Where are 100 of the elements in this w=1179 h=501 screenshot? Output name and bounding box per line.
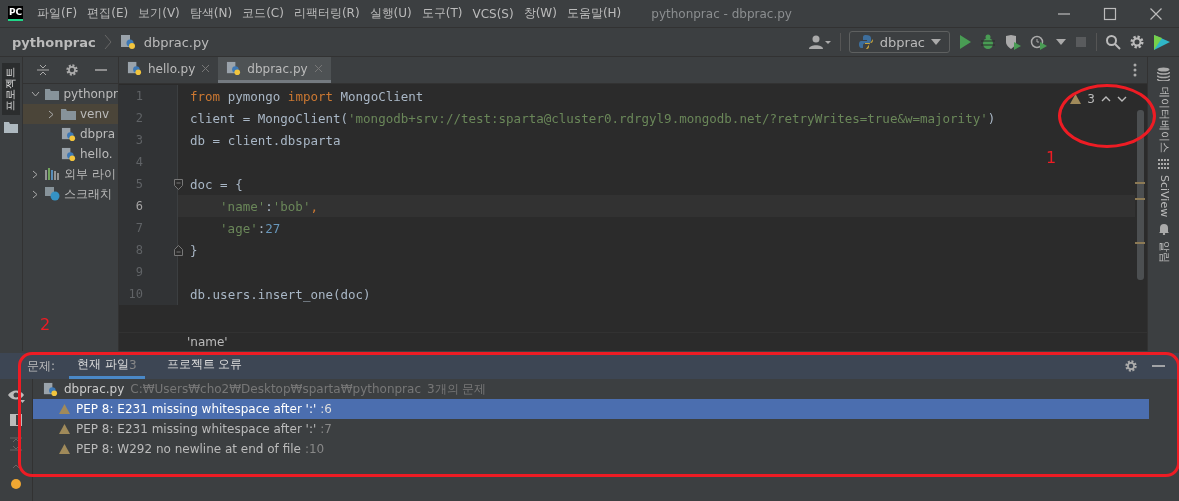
tree-item[interactable]: 외부 라이 bbox=[23, 164, 118, 184]
chevron-icon[interactable] bbox=[31, 169, 40, 179]
library-icon bbox=[45, 168, 60, 180]
run-config-dropdown[interactable]: dbprac bbox=[848, 31, 950, 53]
breadcrumb-item[interactable]: dbprac.py bbox=[143, 34, 209, 50]
python-file-icon bbox=[61, 146, 76, 162]
minimize-icon[interactable] bbox=[1152, 364, 1165, 368]
close-icon[interactable] bbox=[201, 64, 211, 73]
close-icon[interactable] bbox=[1149, 6, 1163, 21]
problem-row[interactable]: PEP 8: W292 no newline at end of file :10 bbox=[33, 439, 1149, 459]
tree-item[interactable]: dbpra bbox=[23, 124, 118, 144]
tree-item[interactable]: pythonpr bbox=[23, 84, 118, 104]
annotation-number: 1 bbox=[1046, 148, 1057, 167]
notifications-tool-tab[interactable]: 알림 bbox=[1156, 239, 1171, 266]
code-line: } bbox=[190, 242, 198, 258]
python-file-icon bbox=[61, 126, 76, 142]
preview-icon[interactable] bbox=[10, 414, 22, 426]
settings-icon[interactable] bbox=[65, 63, 79, 77]
coverage-icon[interactable] bbox=[1004, 34, 1022, 50]
database-icon[interactable] bbox=[1157, 67, 1170, 81]
eye-icon[interactable] bbox=[7, 389, 25, 403]
tree-item[interactable]: hello. bbox=[23, 144, 118, 164]
caret-icon[interactable] bbox=[1056, 39, 1066, 45]
fold-icon[interactable] bbox=[173, 178, 183, 190]
bell-icon[interactable] bbox=[1157, 223, 1170, 236]
app-logo: PC bbox=[8, 6, 23, 21]
panel-title: 문제: bbox=[27, 357, 56, 375]
code-line: db.users.insert_one(doc) bbox=[190, 286, 371, 302]
chevron-up-icon[interactable] bbox=[1101, 96, 1111, 102]
more-icon[interactable] bbox=[1133, 63, 1137, 77]
chevron-down-icon[interactable] bbox=[1117, 96, 1127, 102]
menu-item[interactable]: VCS(S) bbox=[472, 6, 514, 21]
chevron-icon bbox=[103, 34, 112, 50]
code-line: doc = { bbox=[190, 176, 243, 192]
status-dot-icon bbox=[11, 479, 21, 489]
code-line: db = client.dbsparta bbox=[190, 132, 341, 148]
python-file-icon bbox=[43, 381, 58, 397]
file-row[interactable]: dbprac.py C:₩Users₩cho2₩Desktop₩sparta₩pythonprac 3개의 문제 bbox=[33, 379, 1149, 399]
maximize-icon[interactable] bbox=[1103, 6, 1117, 21]
scrollbar[interactable] bbox=[1137, 110, 1144, 280]
menu-item[interactable]: 실행(U) bbox=[369, 5, 412, 22]
problem-row[interactable]: PEP 8: E231 missing whitespace after ':' :6 bbox=[33, 399, 1149, 419]
user-icon[interactable] bbox=[807, 34, 832, 50]
tree-item[interactable]: 스크래치 bbox=[23, 184, 118, 204]
settings-icon[interactable] bbox=[1124, 359, 1138, 373]
warning-marker[interactable] bbox=[1135, 242, 1145, 244]
menu-item[interactable]: 보기(V) bbox=[138, 5, 180, 22]
grid-icon[interactable] bbox=[1157, 159, 1170, 169]
settings-icon[interactable] bbox=[1129, 34, 1145, 50]
breadcrumb-item[interactable]: 'name' bbox=[187, 335, 228, 349]
database-tool-tab[interactable]: 데이터베이스 bbox=[1156, 85, 1171, 155]
problem-row[interactable]: PEP 8: E231 missing whitespace after ':' :7 bbox=[33, 419, 1149, 439]
search-icon[interactable] bbox=[1105, 34, 1121, 50]
folder-icon bbox=[44, 88, 60, 100]
fold-icon[interactable] bbox=[173, 244, 183, 256]
warning-icon bbox=[1070, 94, 1082, 104]
window-title: pythonprac - dbprac.py bbox=[651, 6, 792, 21]
menu-item[interactable]: 편집(E) bbox=[87, 5, 129, 22]
problems-tab[interactable]: 현재 파일3 bbox=[69, 353, 145, 379]
folder-icon[interactable] bbox=[4, 121, 18, 133]
code-line: from pymongo import MongoClient bbox=[190, 88, 424, 104]
problems-tab[interactable]: 프로젝트 오류 bbox=[158, 353, 251, 379]
chevron-icon[interactable] bbox=[47, 109, 56, 119]
sciview-tool-tab[interactable]: SciView bbox=[1156, 173, 1171, 220]
menu-item[interactable]: 창(W) bbox=[523, 5, 557, 22]
scratch-icon bbox=[45, 187, 60, 201]
menu-item[interactable]: 도움말(H) bbox=[566, 5, 622, 22]
code-line: 'age':27 bbox=[219, 220, 281, 236]
expand-icon bbox=[10, 437, 22, 451]
menu-item[interactable]: 도구(T) bbox=[421, 5, 463, 22]
tree-item[interactable]: venv bbox=[23, 104, 118, 124]
caret-icon bbox=[931, 39, 941, 45]
python-icon bbox=[857, 34, 874, 50]
menu-item[interactable]: 탐색(N) bbox=[189, 5, 233, 22]
code-line: client = MongoClient('mongodb+srv://test:sparta@cluster0.rdrgyl9.mongodb.net/?retryWrites=true&w=majority') bbox=[190, 110, 996, 126]
profiler-icon[interactable] bbox=[1030, 34, 1048, 50]
code-line: 'name':'bob', bbox=[219, 198, 318, 214]
run-icon[interactable] bbox=[958, 34, 972, 50]
warning-marker[interactable] bbox=[1135, 182, 1145, 184]
warning-count[interactable]: 3 bbox=[1087, 92, 1095, 106]
bug-icon[interactable] bbox=[980, 34, 996, 50]
editor-tab[interactable]: hello.py bbox=[119, 57, 219, 83]
breadcrumb-item[interactable]: pythonprac bbox=[12, 34, 96, 50]
project-tool-tab[interactable]: 프로젝트 bbox=[2, 63, 20, 115]
menu-item[interactable]: 리팩터링(R) bbox=[293, 5, 360, 22]
chevron-icon[interactable] bbox=[31, 89, 40, 99]
warning-icon bbox=[59, 404, 70, 414]
python-file-icon bbox=[226, 61, 242, 76]
collapse-icon[interactable] bbox=[37, 63, 49, 77]
folder-icon bbox=[61, 108, 76, 120]
menu-item[interactable]: 코드(C) bbox=[242, 5, 284, 22]
python-file-icon bbox=[127, 61, 142, 76]
warning-marker[interactable] bbox=[1135, 198, 1145, 200]
toolbox-logo-icon[interactable] bbox=[1153, 33, 1171, 51]
warning-icon bbox=[59, 424, 70, 434]
python-file-icon bbox=[119, 34, 136, 50]
editor-tab[interactable]: dbprac.py bbox=[218, 57, 331, 83]
annotation-number: 2 bbox=[40, 315, 51, 334]
menu-item[interactable]: 파일(F) bbox=[37, 5, 78, 22]
chevron-icon[interactable] bbox=[31, 189, 40, 199]
